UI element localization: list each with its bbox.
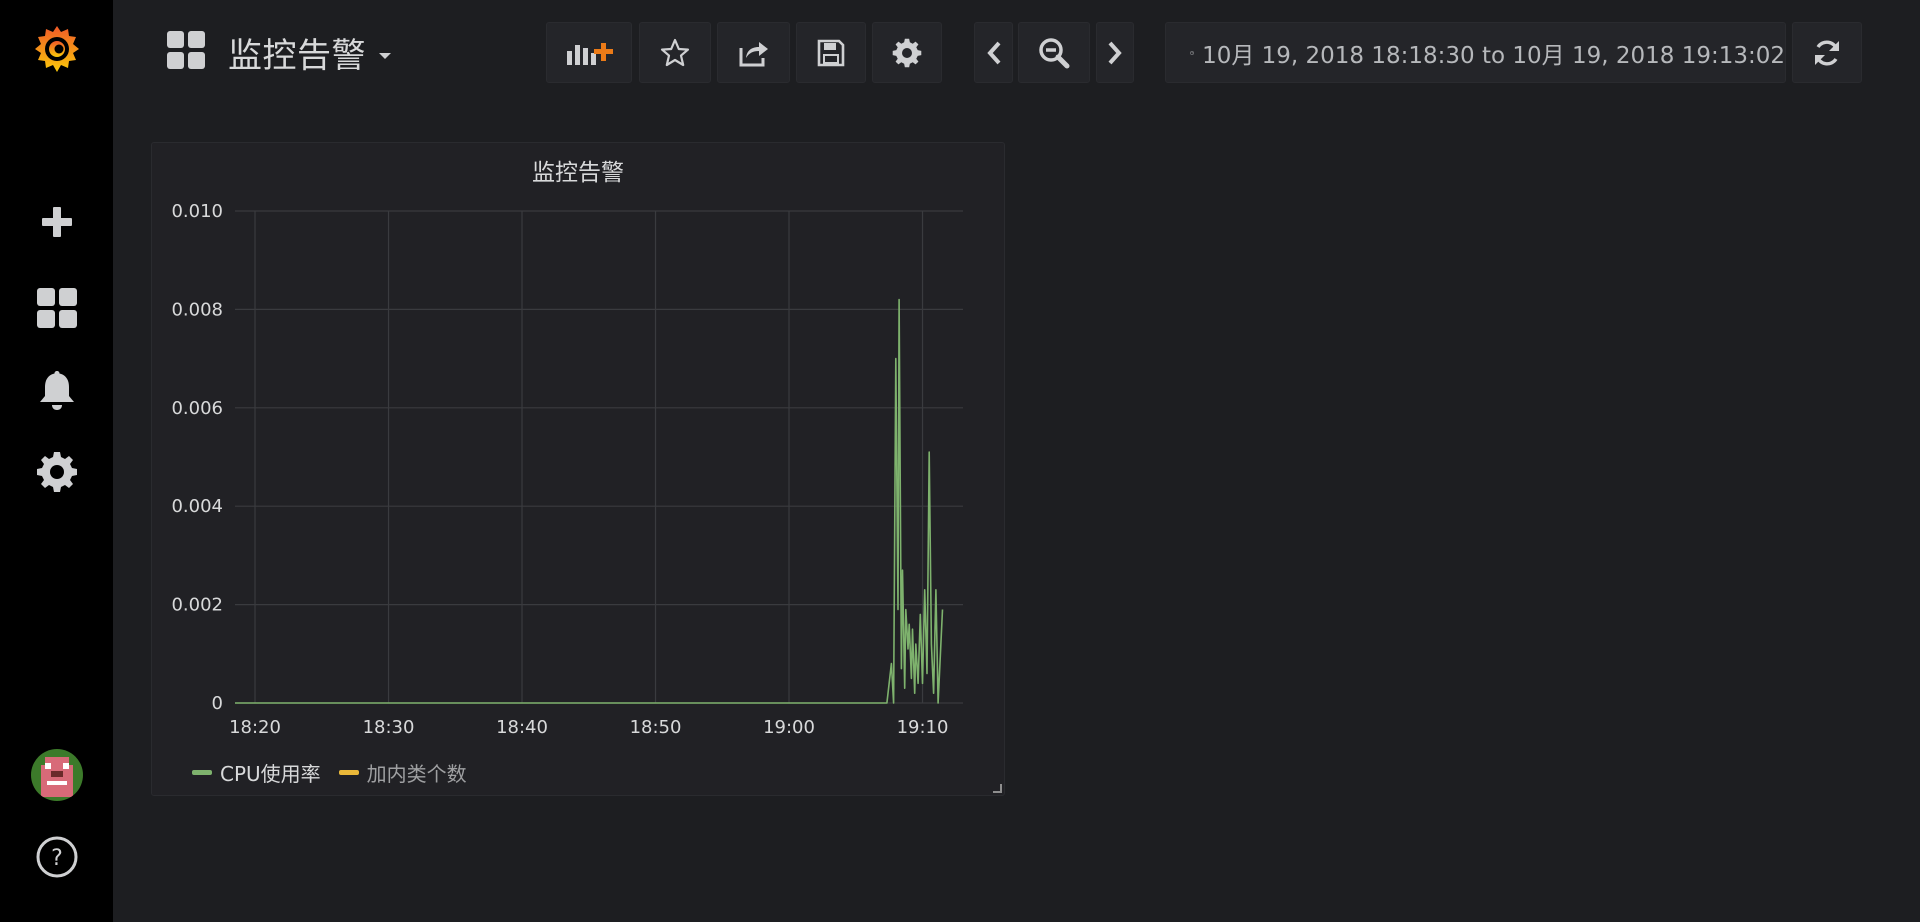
y-tick-label: 0.010 bbox=[171, 201, 223, 222]
svg-text:?: ? bbox=[51, 846, 63, 871]
add-panel-icon bbox=[567, 42, 613, 65]
legend-swatch-count bbox=[338, 770, 359, 775]
create-icon[interactable] bbox=[0, 192, 113, 252]
y-tick-label: 0.006 bbox=[171, 398, 223, 419]
zoom-out-button[interactable] bbox=[1018, 22, 1090, 83]
x-tick-label: 19:00 bbox=[763, 717, 815, 738]
clock-icon bbox=[1190, 50, 1194, 55]
y-tick-label: 0 bbox=[212, 693, 223, 714]
legend-label-cpu: CPU使用率 bbox=[220, 762, 321, 786]
time-back-button[interactable] bbox=[974, 22, 1013, 83]
refresh-icon bbox=[1815, 39, 1839, 66]
user-avatar[interactable] bbox=[0, 745, 113, 805]
share-button[interactable] bbox=[717, 22, 790, 83]
zoom-out-icon bbox=[1039, 37, 1070, 68]
legend-item-count[interactable]: 加内类个数 bbox=[338, 758, 467, 787]
save-icon bbox=[817, 39, 845, 66]
x-tick-label: 18:20 bbox=[229, 717, 281, 738]
share-icon bbox=[739, 41, 768, 66]
star-button[interactable] bbox=[639, 22, 711, 83]
caret-down-icon bbox=[378, 45, 392, 64]
x-tick-label: 18:50 bbox=[630, 717, 682, 738]
dashboard-picker[interactable]: 监控告警 bbox=[166, 22, 392, 82]
save-button[interactable] bbox=[796, 22, 866, 83]
resize-handle-icon[interactable] bbox=[992, 783, 1002, 793]
gear-icon bbox=[892, 38, 922, 67]
legend-item-cpu[interactable]: CPU使用率 bbox=[192, 758, 321, 787]
add-panel-button[interactable] bbox=[546, 22, 632, 83]
legend-label-count: 加内类个数 bbox=[366, 762, 467, 786]
time-range-picker[interactable]: 10月 19, 2018 18:18:30 to 10月 19, 2018 19… bbox=[1165, 22, 1786, 83]
legend-swatch-cpu bbox=[192, 770, 212, 775]
x-tick-label: 18:30 bbox=[363, 717, 415, 738]
series-line-0 bbox=[235, 298, 944, 704]
time-forward-button[interactable] bbox=[1096, 22, 1134, 83]
dashboard-title: 监控告警 bbox=[228, 35, 366, 76]
settings-button[interactable] bbox=[872, 22, 942, 83]
line-chart: 0 0.002 0.004 0.006 0.008 0.010 18:20 18:30 18:4… bbox=[171, 201, 963, 738]
time-range-text: 10月 19, 2018 18:18:30 to 10月 19, 2018 19… bbox=[1202, 42, 1785, 69]
legend: CPU使用率 加内类个数 bbox=[192, 758, 485, 787]
star-icon bbox=[660, 38, 690, 66]
dashboard-grid-icon bbox=[166, 30, 206, 74]
x-tick-label: 19:10 bbox=[897, 717, 949, 738]
help-icon[interactable]: ? bbox=[0, 827, 113, 887]
y-tick-label: 0.002 bbox=[171, 595, 223, 616]
graph-panel[interactable]: 监控告警 0 0.002 0.004 0.006 0.008 0.010 18:20 18:3… bbox=[151, 142, 1005, 796]
sidebar: ? bbox=[0, 0, 113, 922]
chevron-left-icon bbox=[986, 41, 1000, 64]
grafana-logo-icon[interactable] bbox=[0, 20, 113, 80]
alerting-icon[interactable] bbox=[0, 360, 113, 420]
refresh-button[interactable] bbox=[1792, 22, 1862, 83]
dashboards-icon[interactable] bbox=[0, 278, 113, 338]
y-tick-label: 0.008 bbox=[171, 299, 223, 320]
configuration-icon[interactable] bbox=[0, 442, 113, 502]
x-tick-label: 18:40 bbox=[496, 717, 548, 738]
y-tick-label: 0.004 bbox=[171, 496, 223, 517]
chevron-right-icon bbox=[1108, 41, 1122, 64]
